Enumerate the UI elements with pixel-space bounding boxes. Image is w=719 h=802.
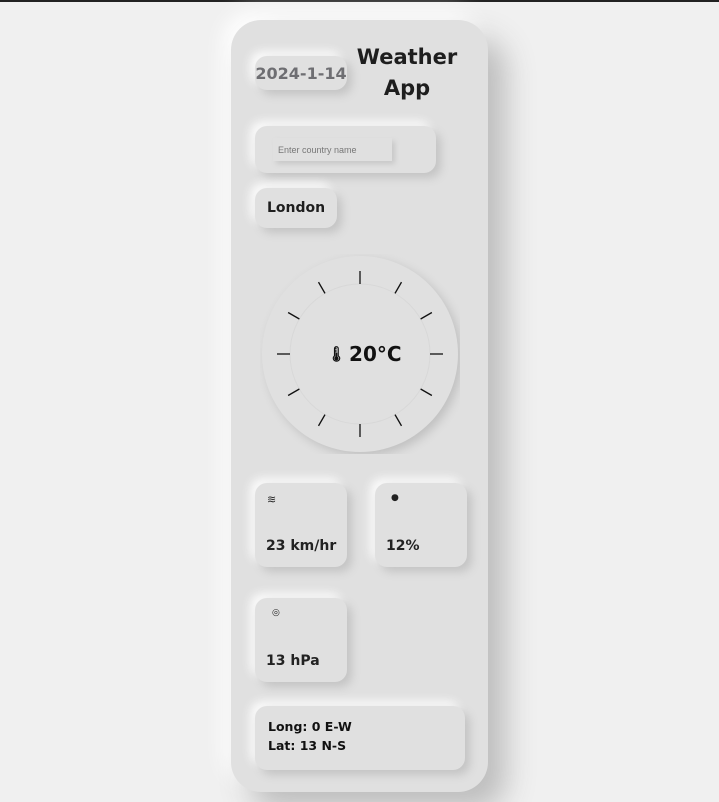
coordinates-card: Long: 0 E-W Lat: 13 N-S [255,706,465,770]
wind-value: 23 km/hr [266,538,337,554]
wind-icon: ≋ [267,493,277,506]
longitude: Long: 0 E-W [268,719,352,734]
latitude: Lat: 13 N-S [268,738,347,753]
city-button[interactable]: London [255,188,337,228]
droplet-icon: ● [391,493,399,503]
app-title: Weather App [356,45,458,100]
temperature-readout: 🌡 20°C [327,342,402,366]
gauge-icon: ◎ [272,608,280,618]
temperature-value: 20°C [349,342,402,366]
wind-card: ≋ 23 km/hr [255,483,347,567]
pressure-value: 13 hPa [266,653,320,669]
pressure-card: ◎ 13 hPa [255,598,347,682]
humidity-value: 12% [386,538,420,554]
humidity-card: ● 12% [375,483,467,567]
thermometer-icon: 🌡 [327,345,347,363]
date-badge: 2024-1-14 [255,56,347,90]
country-input[interactable] [273,138,392,161]
weather-card: 2024-1-14 Weather App London 🌡 20°C ≋ 23… [231,20,488,792]
search-box [255,126,436,173]
